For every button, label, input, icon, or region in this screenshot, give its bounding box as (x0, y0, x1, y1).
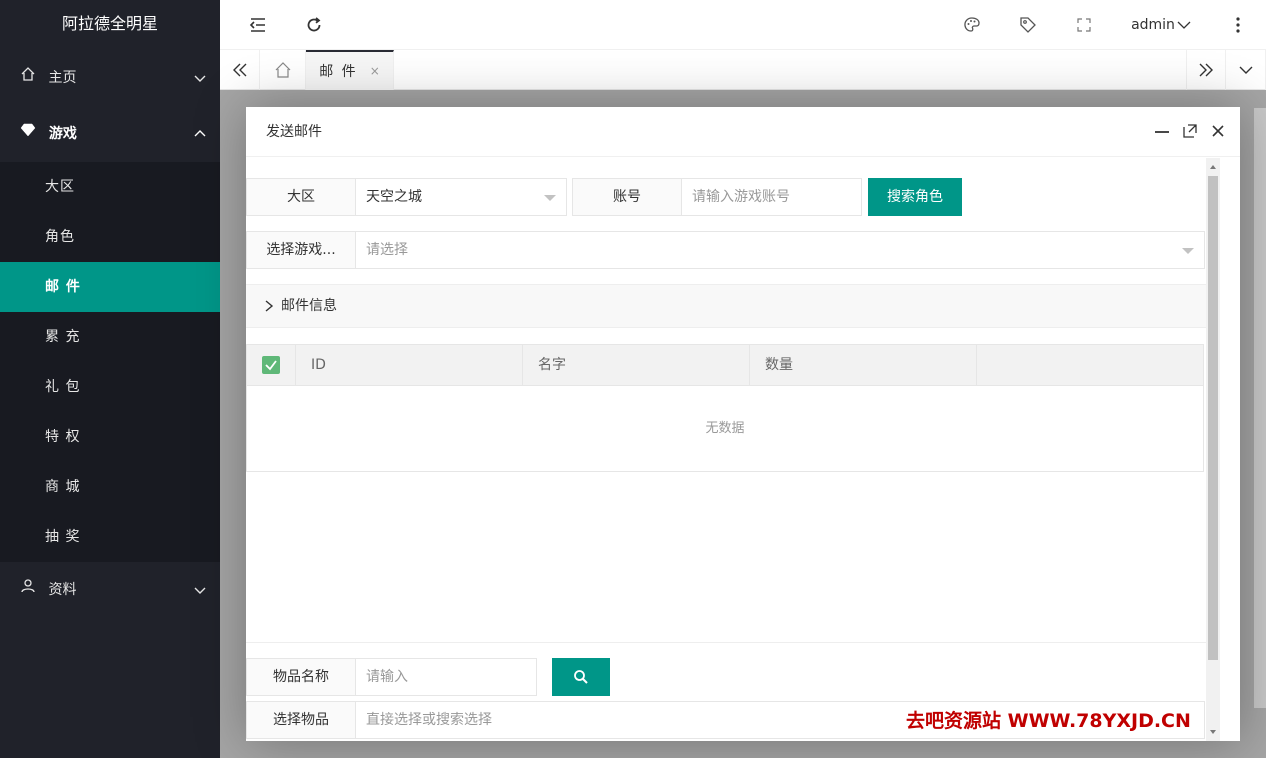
sidebar: 阿拉德全明星 主页 游戏 大区 角色 邮 件 累 充 礼 包 特 权 商 城 抽… (0, 0, 220, 758)
caret-down-icon (1182, 248, 1194, 254)
select-item-label: 选择物品 (246, 701, 356, 739)
dialog-title: 发送邮件 (246, 107, 1240, 157)
region-label: 大区 (246, 178, 356, 216)
region-value: 天空之城 (366, 189, 422, 205)
sidebar-subitem-shop[interactable]: 商 城 (0, 462, 220, 512)
home-icon (275, 62, 290, 78)
tabs-scroll-left-button[interactable] (220, 50, 260, 90)
account-label: 账号 (572, 178, 682, 216)
select-item-placeholder: 直接选择或搜索选择 (366, 712, 492, 728)
more-vertical-icon (1236, 17, 1240, 33)
dialog-controls (1154, 123, 1226, 139)
fullscreen-button[interactable] (1064, 0, 1104, 50)
sidebar-item-home[interactable]: 主页 (0, 50, 220, 106)
username-label: admin (1131, 17, 1175, 33)
select-game-label: 选择游戏... (246, 231, 356, 269)
column-header-name: 名字 (523, 345, 750, 385)
check-icon (265, 360, 277, 371)
fullscreen-icon (1077, 18, 1091, 32)
dialog-scrollbar[interactable] (1206, 158, 1220, 741)
items-table: ID 名字 数量 无数据 (246, 344, 1204, 472)
sidebar-subitem-region[interactable]: 大区 (0, 162, 220, 212)
scrollbar-thumb[interactable] (1208, 176, 1218, 660)
menu-fold-icon (249, 18, 265, 32)
page-scrollbar[interactable] (1254, 108, 1266, 708)
sidebar-submenu-game: 大区 角色 邮 件 累 充 礼 包 特 权 商 城 抽 奖 (0, 162, 220, 562)
sidebar-subitem-privilege[interactable]: 特 权 (0, 412, 220, 462)
divider (246, 642, 1206, 643)
sidebar-item-label: 主页 (48, 70, 77, 86)
table-header: ID 名字 数量 (247, 345, 1203, 385)
tab-home[interactable] (260, 50, 306, 90)
table-empty-text: 无数据 (247, 385, 1203, 471)
diamond-icon (20, 106, 38, 162)
mail-info-label: 邮件信息 (281, 298, 337, 314)
refresh-icon (307, 17, 321, 32)
item-search-button[interactable] (552, 658, 610, 696)
tab-mail[interactable]: 邮 件 × (306, 50, 394, 90)
chevron-down-icon (194, 587, 206, 594)
dialog-body: 大区 天空之城 账号 请输入游戏账号 搜索角色 选择游戏... 请选择 邮件信息 (246, 158, 1206, 741)
account-input[interactable]: 请输入游戏账号 (681, 178, 862, 216)
sidebar-subitem-role[interactable]: 角色 (0, 212, 220, 262)
item-name-input[interactable]: 请输入 (355, 658, 537, 696)
chevron-down-icon (194, 75, 206, 82)
search-icon (574, 670, 588, 684)
app-logo-title: 阿拉德全明星 (61, 14, 158, 33)
chevron-up-icon (194, 130, 206, 137)
select-game-placeholder: 请选择 (366, 242, 408, 258)
column-header-empty (977, 345, 1203, 385)
sidebar-item-label: 资料 (48, 582, 77, 598)
item-name-label: 物品名称 (246, 658, 356, 696)
sidebar-item-profile[interactable]: 资料 (0, 562, 220, 618)
scroll-up-arrow-icon (1210, 165, 1216, 169)
refresh-button[interactable] (294, 0, 334, 50)
sidebar-subitem-recharge[interactable]: 累 充 (0, 312, 220, 362)
more-button[interactable] (1218, 0, 1258, 50)
tag-button[interactable] (1008, 0, 1048, 50)
send-mail-dialog: 发送邮件 大区 天空之城 账号 请输入游戏账号 搜索角色 选择游戏... 请选择… (246, 107, 1240, 741)
sidebar-item-game[interactable]: 游戏 (0, 106, 220, 162)
sidebar-subitem-mail[interactable]: 邮 件 (0, 262, 220, 312)
sidebar-item-label: 游戏 (48, 126, 77, 142)
item-name-placeholder: 请输入 (366, 669, 408, 685)
tab-label: 邮 件 (319, 64, 358, 80)
select-all-checkbox[interactable] (262, 356, 280, 374)
chevron-down-icon (1177, 21, 1191, 29)
scroll-down-arrow-icon (1210, 730, 1216, 734)
search-role-button[interactable]: 搜索角色 (868, 178, 962, 216)
sidebar-subitem-gift[interactable]: 礼 包 (0, 362, 220, 412)
user-menu[interactable]: admin (1126, 0, 1196, 50)
tag-icon (1020, 17, 1036, 33)
user-icon (20, 562, 38, 618)
close-icon[interactable] (1210, 123, 1226, 139)
account-placeholder: 请输入游戏账号 (692, 189, 790, 205)
sidebar-subitem-lottery[interactable]: 抽 奖 (0, 512, 220, 562)
column-header-id: ID (296, 345, 523, 385)
chevron-down-icon (1239, 66, 1252, 74)
select-game-select[interactable]: 请选择 (355, 231, 1205, 269)
toggle-sidebar-button[interactable] (238, 0, 278, 50)
top-header: admin (220, 0, 1266, 50)
region-select[interactable]: 天空之城 (355, 178, 567, 216)
tabs-actions-button[interactable] (1226, 50, 1266, 90)
minimize-icon[interactable] (1154, 123, 1170, 139)
maximize-icon[interactable] (1182, 123, 1198, 139)
mail-info-collapse[interactable]: 邮件信息 (246, 284, 1206, 328)
caret-down-icon (544, 195, 556, 201)
column-header-quantity: 数量 (750, 345, 977, 385)
home-icon (20, 50, 38, 106)
double-chevron-right-icon (1199, 63, 1213, 77)
double-chevron-left-icon (232, 63, 246, 77)
tab-close-icon[interactable]: × (370, 64, 380, 78)
tabs-scroll-right-button[interactable] (1186, 50, 1226, 90)
tabs-bar: 邮 件 × (220, 50, 1266, 90)
chevron-right-icon (265, 300, 274, 312)
select-all-cell[interactable] (247, 345, 296, 385)
theme-button[interactable] (952, 0, 992, 50)
watermark-text: 去吧资源站 WWW.78YXJD.CN (906, 710, 1191, 732)
palette-icon (964, 17, 980, 32)
